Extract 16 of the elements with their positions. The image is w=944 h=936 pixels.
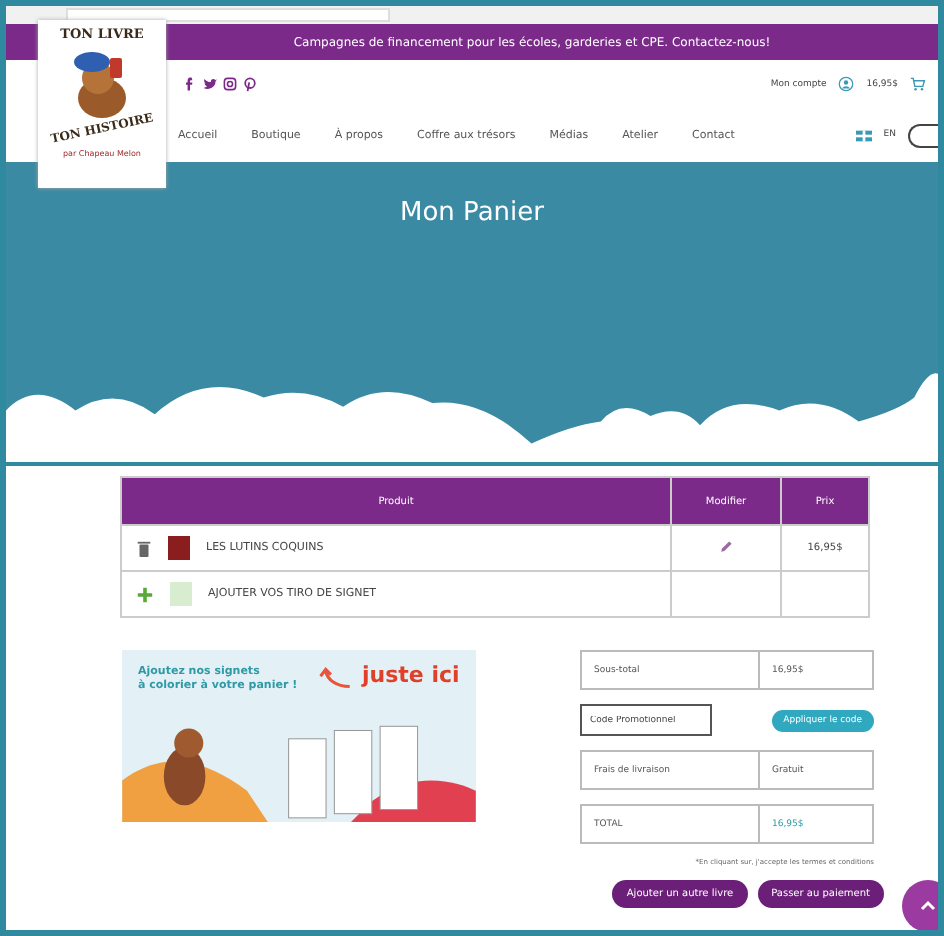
pinterest-icon[interactable] bbox=[242, 76, 258, 92]
book-cover-thumbnail bbox=[168, 536, 190, 560]
cart-icon[interactable] bbox=[910, 76, 926, 92]
promo-headline: juste ici bbox=[362, 662, 460, 688]
instagram-icon[interactable] bbox=[222, 76, 238, 92]
plus-icon[interactable] bbox=[136, 585, 154, 603]
user-icon[interactable] bbox=[838, 76, 855, 92]
trash-icon[interactable] bbox=[136, 539, 152, 557]
curved-arrow-icon bbox=[318, 666, 354, 690]
pencil-icon[interactable] bbox=[718, 537, 734, 555]
bookmark-thumbnail bbox=[170, 582, 192, 606]
chevron-up-icon bbox=[918, 896, 938, 916]
flag-icon[interactable] bbox=[855, 129, 872, 141]
page-title: Mon Panier bbox=[400, 198, 544, 232]
twitter-icon[interactable] bbox=[202, 76, 218, 92]
facebook-icon[interactable] bbox=[182, 76, 198, 92]
